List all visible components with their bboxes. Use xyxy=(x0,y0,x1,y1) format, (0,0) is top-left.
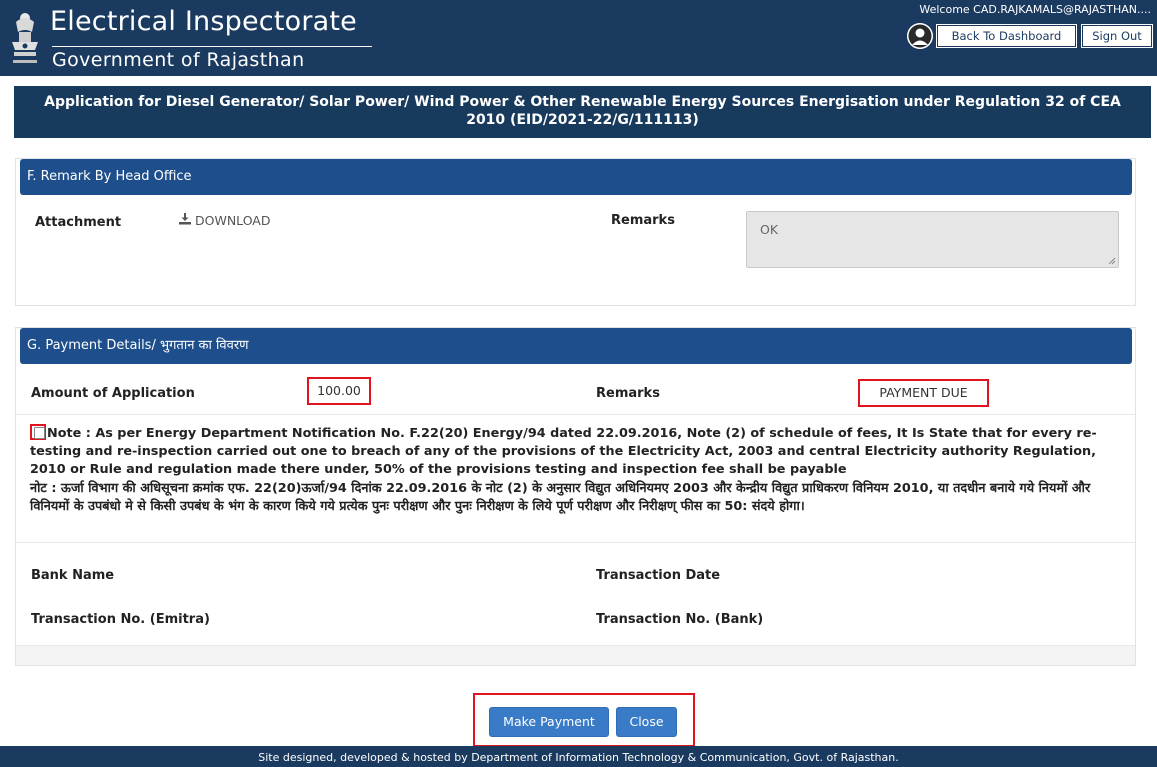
note-english: Note : As per Energy Department Notifica… xyxy=(30,426,1097,478)
remark-section: F. Remark By Head Office Attachment DOWN… xyxy=(15,158,1136,306)
remark-section-heading: F. Remark By Head Office xyxy=(20,159,1132,195)
state-emblem-icon xyxy=(6,8,44,68)
site-title: Electrical Inspectorate xyxy=(50,6,357,37)
payment-status-value: PAYMENT DUE xyxy=(858,379,989,407)
user-avatar-icon[interactable] xyxy=(907,23,933,49)
remarks-textarea[interactable]: OK xyxy=(746,211,1119,268)
sign-out-button[interactable]: Sign Out xyxy=(1081,24,1153,48)
bank-name-label: Bank Name xyxy=(31,568,115,583)
attachment-label: Attachment xyxy=(35,215,122,230)
section-footer-strip xyxy=(16,645,1135,665)
payment-remarks-label: Remarks xyxy=(596,386,660,401)
site-subtitle: Government of Rajasthan xyxy=(52,46,372,71)
site-header: Electrical Inspectorate Government of Ra… xyxy=(0,0,1157,76)
download-label: DOWNLOAD xyxy=(195,213,271,228)
close-button[interactable]: Close xyxy=(616,707,677,737)
page-title: Application for Diesel Generator/ Solar … xyxy=(14,86,1151,138)
divider xyxy=(16,414,1135,415)
back-to-dashboard-button[interactable]: Back To Dashboard xyxy=(936,24,1077,48)
download-icon xyxy=(179,213,191,228)
site-footer: Site designed, developed & hosted by Dep… xyxy=(0,746,1157,767)
amount-value: 100.00 xyxy=(307,377,371,405)
resize-handle-icon[interactable] xyxy=(1108,257,1116,265)
transaction-emitra-label: Transaction No. (Emitra) xyxy=(31,612,210,627)
transaction-date-label: Transaction Date xyxy=(596,568,721,583)
fee-note: Note : As per Energy Department Notifica… xyxy=(30,424,1130,516)
action-buttons: Make Payment Close xyxy=(473,693,695,747)
amount-label: Amount of Application xyxy=(31,386,195,401)
note-checkbox[interactable] xyxy=(30,424,46,440)
remarks-value: OK xyxy=(760,222,779,237)
main-content: Application for Diesel Generator/ Solar … xyxy=(4,76,1153,747)
divider xyxy=(16,542,1135,543)
payment-section-heading: G. Payment Details/ भुगतान का विवरण xyxy=(20,328,1132,364)
payment-section: G. Payment Details/ भुगतान का विवरण Amou… xyxy=(15,327,1136,666)
download-link[interactable]: DOWNLOAD xyxy=(179,213,271,228)
welcome-text: Welcome CAD.RAJKAMALS@RAJASTHAN.... xyxy=(919,3,1151,16)
make-payment-button[interactable]: Make Payment xyxy=(489,707,609,737)
note-hindi: नोट : ऊर्जा विभाग की अधिसूचना क्रमांक एफ… xyxy=(30,480,1091,514)
transaction-bank-label: Transaction No. (Bank) xyxy=(596,612,764,627)
remarks-label: Remarks xyxy=(611,213,675,228)
